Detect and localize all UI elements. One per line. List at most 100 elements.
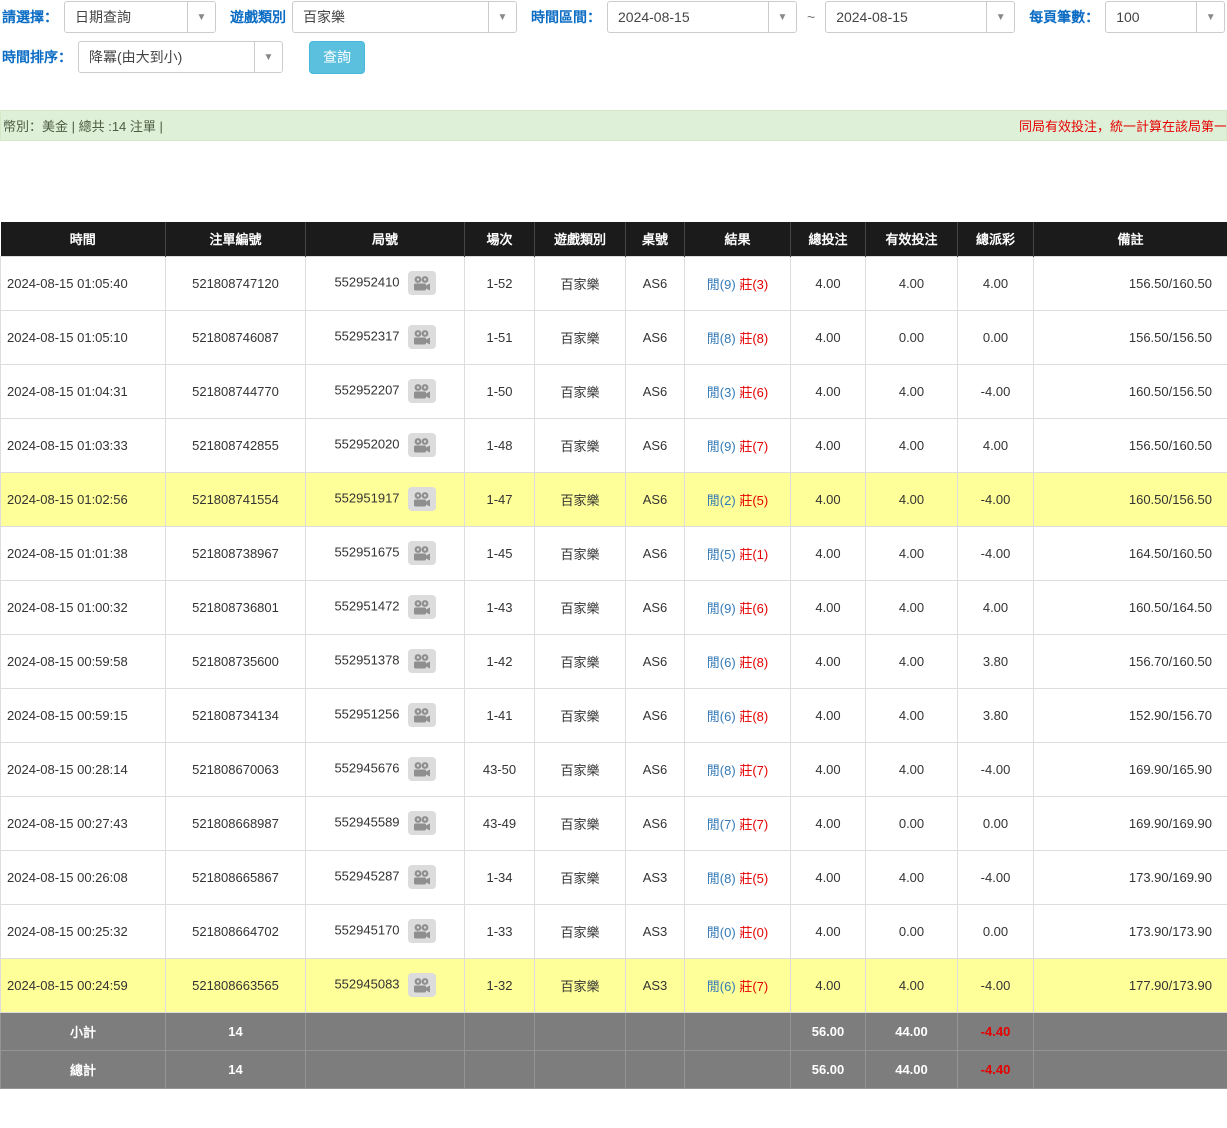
result-banker: 莊(0) bbox=[739, 925, 768, 940]
result-player: 閒(8) bbox=[707, 331, 736, 346]
video-replay-icon[interactable] bbox=[408, 703, 436, 727]
subtotal-valid-bet: 44.00 bbox=[866, 1012, 958, 1050]
video-replay-icon[interactable] bbox=[408, 649, 436, 673]
cell-note: 156.50/160.50 bbox=[1034, 418, 1227, 472]
column-header: 時間 bbox=[1, 222, 166, 256]
bet-records-table: 時間注單編號局號場次遊戲類別桌號結果總投注有效投注總派彩備註 2024-08-1… bbox=[0, 222, 1227, 1089]
cell-valid-bet: 0.00 bbox=[866, 796, 958, 850]
cell-result: 閒(2) 莊(5) bbox=[685, 472, 791, 526]
cell-total-bet[interactable]: 4.00 bbox=[791, 256, 866, 310]
cell-total-bet[interactable]: 4.00 bbox=[791, 958, 866, 1012]
total-count: 14 bbox=[166, 1050, 306, 1088]
cell-game-type: 百家樂 bbox=[535, 742, 626, 796]
summary-body: 小計 14 56.00 44.00 -4.40 總計 14 5 bbox=[1, 1012, 1227, 1088]
search-button[interactable]: 查詢 bbox=[309, 41, 365, 74]
cell-session: 1-43 bbox=[465, 580, 535, 634]
cell-total-bet[interactable]: 4.00 bbox=[791, 526, 866, 580]
caret-down-icon[interactable]: ▼ bbox=[187, 2, 215, 32]
video-replay-icon[interactable] bbox=[408, 919, 436, 943]
summary-empty-cell bbox=[465, 1050, 535, 1088]
result-banker: 莊(7) bbox=[739, 763, 768, 778]
cell-round-id: 552945589 bbox=[306, 796, 465, 850]
caret-down-icon[interactable]: ▼ bbox=[768, 2, 796, 32]
cell-time: 2024-08-15 00:59:15 bbox=[1, 688, 166, 742]
cell-game-type: 百家樂 bbox=[535, 310, 626, 364]
cell-bet-id: 521808741554 bbox=[166, 472, 306, 526]
cell-game-type: 百家樂 bbox=[535, 850, 626, 904]
result-player: 閒(5) bbox=[707, 547, 736, 562]
summary-empty-cell bbox=[535, 1012, 626, 1050]
cell-total-bet[interactable]: 4.00 bbox=[791, 364, 866, 418]
result-banker: 莊(8) bbox=[739, 655, 768, 670]
video-replay-icon[interactable] bbox=[408, 379, 436, 403]
cell-table-no: AS6 bbox=[626, 364, 685, 418]
cell-result: 閒(9) 莊(6) bbox=[685, 580, 791, 634]
cell-result: 閒(9) 莊(7) bbox=[685, 418, 791, 472]
time-sort-select[interactable]: 降冪(由大到小) ▼ bbox=[78, 41, 283, 73]
page-size-label: 每頁筆數： bbox=[1029, 7, 1099, 27]
summary-empty-cell bbox=[306, 1012, 465, 1050]
date-from-select[interactable]: 2024-08-15 ▼ bbox=[607, 1, 797, 33]
cell-game-type: 百家樂 bbox=[535, 634, 626, 688]
video-replay-icon[interactable] bbox=[408, 433, 436, 457]
video-replay-icon[interactable] bbox=[408, 595, 436, 619]
video-replay-icon[interactable] bbox=[408, 325, 436, 349]
subtotal-label: 小計 bbox=[1, 1012, 166, 1050]
cell-total-bet[interactable]: 4.00 bbox=[791, 418, 866, 472]
caret-down-icon[interactable]: ▼ bbox=[254, 42, 282, 72]
table-row: 2024-08-15 00:25:32521808664702552945170… bbox=[1, 904, 1227, 958]
cell-time: 2024-08-15 00:27:43 bbox=[1, 796, 166, 850]
cell-note: 160.50/164.50 bbox=[1034, 580, 1227, 634]
result-banker: 莊(8) bbox=[739, 709, 768, 724]
query-type-select[interactable]: 日期查詢 ▼ bbox=[64, 1, 216, 33]
page-size-select[interactable]: 100 ▼ bbox=[1105, 1, 1225, 33]
cell-round-id: 552951378 bbox=[306, 634, 465, 688]
video-replay-icon[interactable] bbox=[408, 865, 436, 889]
cell-round-id: 552945170 bbox=[306, 904, 465, 958]
range-separator: ~ bbox=[807, 9, 815, 25]
cell-note: 173.90/173.90 bbox=[1034, 904, 1227, 958]
video-replay-icon[interactable] bbox=[408, 973, 436, 997]
cell-game-type: 百家樂 bbox=[535, 526, 626, 580]
cell-valid-bet: 0.00 bbox=[866, 310, 958, 364]
query-type-value: 日期查詢 bbox=[65, 2, 187, 32]
cell-total-bet[interactable]: 4.00 bbox=[791, 850, 866, 904]
filter-row-2: 時間排序： 降冪(由大到小) ▼ 查詢 bbox=[0, 40, 1227, 74]
cell-total-bet[interactable]: 4.00 bbox=[791, 310, 866, 364]
cell-total-bet[interactable]: 4.00 bbox=[791, 472, 866, 526]
cell-payout: -4.00 bbox=[958, 958, 1034, 1012]
cell-payout: 4.00 bbox=[958, 418, 1034, 472]
result-banker: 莊(7) bbox=[739, 439, 768, 454]
cell-total-bet[interactable]: 4.00 bbox=[791, 742, 866, 796]
cell-total-bet[interactable]: 4.00 bbox=[791, 580, 866, 634]
cell-total-bet[interactable]: 4.00 bbox=[791, 688, 866, 742]
cell-game-type: 百家樂 bbox=[535, 580, 626, 634]
subtotal-payout: -4.40 bbox=[958, 1012, 1034, 1050]
summary-empty-cell bbox=[685, 1012, 791, 1050]
video-replay-icon[interactable] bbox=[408, 811, 436, 835]
cell-session: 1-48 bbox=[465, 418, 535, 472]
caret-down-icon[interactable]: ▼ bbox=[488, 2, 516, 32]
cell-total-bet[interactable]: 4.00 bbox=[791, 796, 866, 850]
table-row: 2024-08-15 01:04:31521808744770552952207… bbox=[1, 364, 1227, 418]
page-size-value: 100 bbox=[1106, 2, 1196, 32]
cell-time: 2024-08-15 01:05:10 bbox=[1, 310, 166, 364]
cell-total-bet[interactable]: 4.00 bbox=[791, 904, 866, 958]
cell-valid-bet: 4.00 bbox=[866, 958, 958, 1012]
column-header: 總派彩 bbox=[958, 222, 1034, 256]
caret-down-icon[interactable]: ▼ bbox=[986, 2, 1014, 32]
video-replay-icon[interactable] bbox=[408, 487, 436, 511]
video-replay-icon[interactable] bbox=[408, 271, 436, 295]
caret-down-icon[interactable]: ▼ bbox=[1196, 2, 1224, 32]
cell-session: 1-47 bbox=[465, 472, 535, 526]
cell-bet-id: 521808746087 bbox=[166, 310, 306, 364]
date-to-select[interactable]: 2024-08-15 ▼ bbox=[825, 1, 1015, 33]
cell-total-bet[interactable]: 4.00 bbox=[791, 634, 866, 688]
video-replay-icon[interactable] bbox=[408, 757, 436, 781]
cell-valid-bet: 4.00 bbox=[866, 688, 958, 742]
column-header: 有效投注 bbox=[866, 222, 958, 256]
result-banker: 莊(5) bbox=[739, 493, 768, 508]
game-type-select[interactable]: 百家樂 ▼ bbox=[292, 1, 517, 33]
video-replay-icon[interactable] bbox=[408, 541, 436, 565]
cell-bet-id: 521808665867 bbox=[166, 850, 306, 904]
